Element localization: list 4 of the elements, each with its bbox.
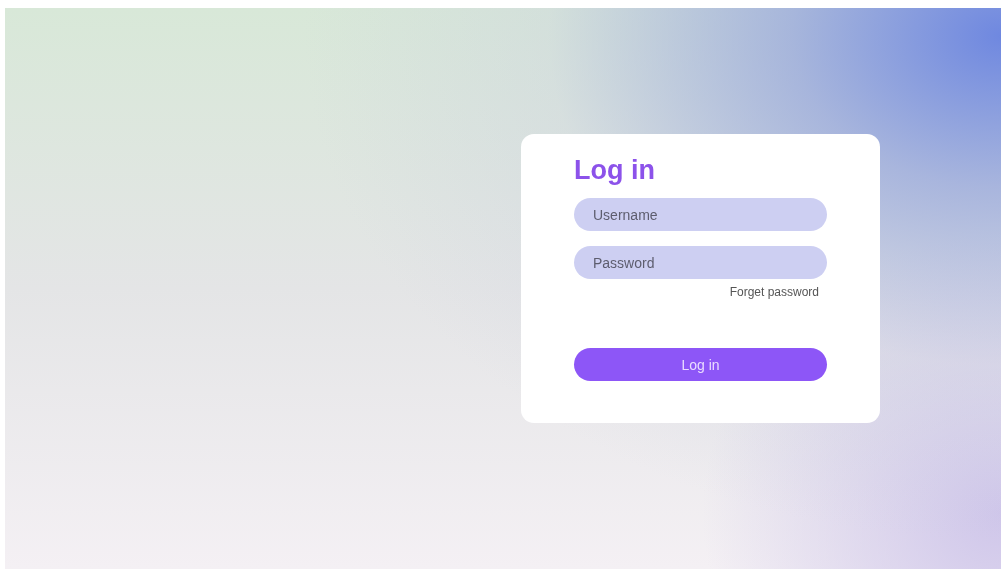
forgot-password-link[interactable]: Forget password xyxy=(729,285,819,299)
password-field[interactable]: Password xyxy=(574,246,827,279)
username-field[interactable]: Username xyxy=(574,198,827,231)
login-title: Log in xyxy=(574,154,655,186)
